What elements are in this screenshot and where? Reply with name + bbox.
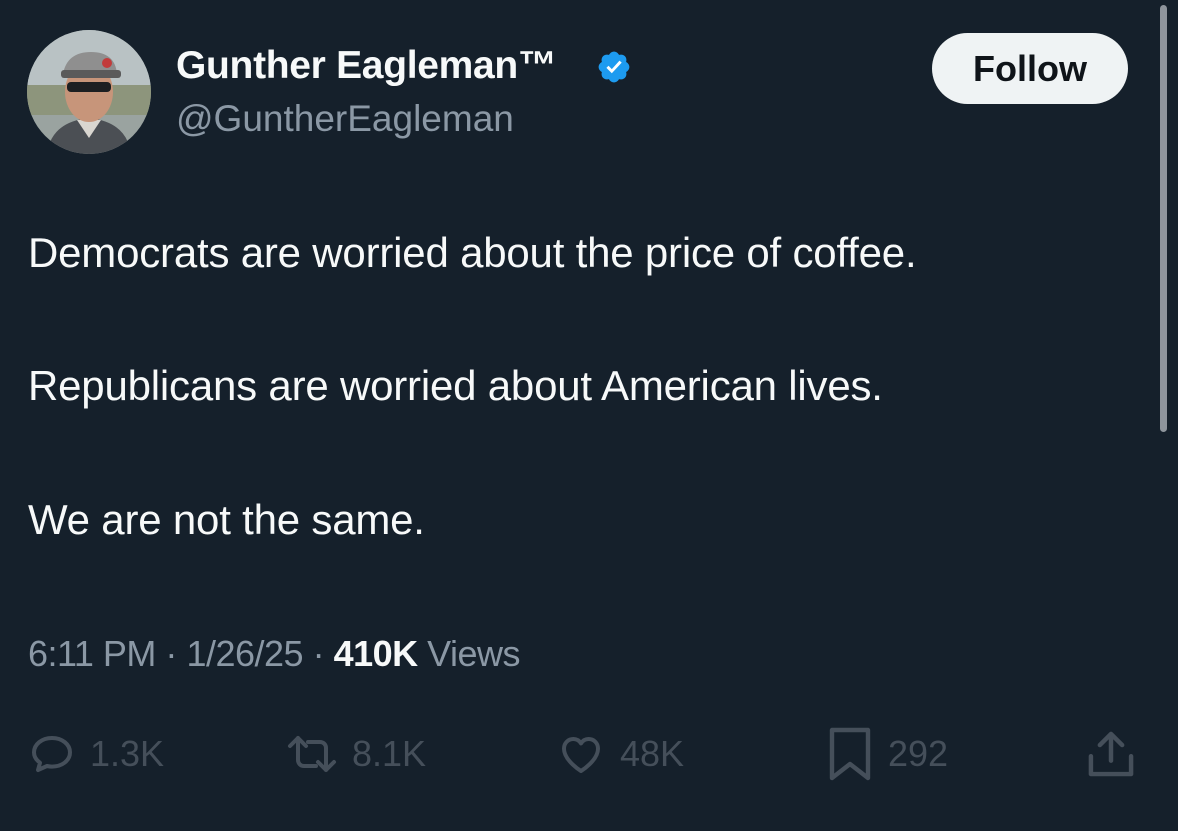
- like-count: 48K: [620, 733, 685, 774]
- user-handle[interactable]: @GuntherEagleman: [176, 98, 514, 140]
- reply-count: 1.3K: [90, 733, 165, 774]
- share-button[interactable]: [1082, 724, 1140, 784]
- meta-separator: ·: [165, 633, 177, 674]
- bookmark-count: 292: [888, 733, 949, 774]
- avatar-photo: [27, 30, 151, 154]
- tweet-text-line: We are not the same.: [28, 496, 425, 543]
- tweet-text-line: Democrats are worried about the price of…: [28, 229, 917, 276]
- bookmark-icon: [829, 727, 871, 781]
- display-name[interactable]: Gunther Eagleman™: [176, 44, 557, 88]
- avatar[interactable]: [27, 30, 151, 154]
- speech-bubble-icon: [32, 736, 72, 772]
- scrollbar[interactable]: [1160, 5, 1167, 432]
- tweet-text-line: Republicans are worried about American l…: [28, 362, 883, 409]
- reply-button[interactable]: 1.3K: [28, 724, 164, 784]
- repost-arrows-icon: [288, 736, 336, 772]
- share-upload-icon: [1088, 731, 1134, 777]
- verified-badge-icon: [598, 51, 630, 83]
- bookmark-button[interactable]: 292: [826, 724, 948, 784]
- heart-icon: [562, 737, 600, 773]
- meta-separator: ·: [312, 633, 325, 674]
- views-count[interactable]: 410K: [334, 633, 419, 674]
- like-button[interactable]: 48K: [556, 724, 684, 784]
- repost-count: 8.1K: [352, 733, 427, 774]
- tweet-metadata: 6:11 PM · 1/26/25 · 410K Views: [28, 633, 521, 675]
- follow-button[interactable]: Follow: [932, 33, 1128, 104]
- repost-button[interactable]: 8.1K: [286, 724, 426, 784]
- tweet-time[interactable]: 6:11 PM: [28, 633, 156, 674]
- tweet-date[interactable]: 1/26/25: [186, 633, 303, 674]
- views-label: Views: [427, 633, 521, 674]
